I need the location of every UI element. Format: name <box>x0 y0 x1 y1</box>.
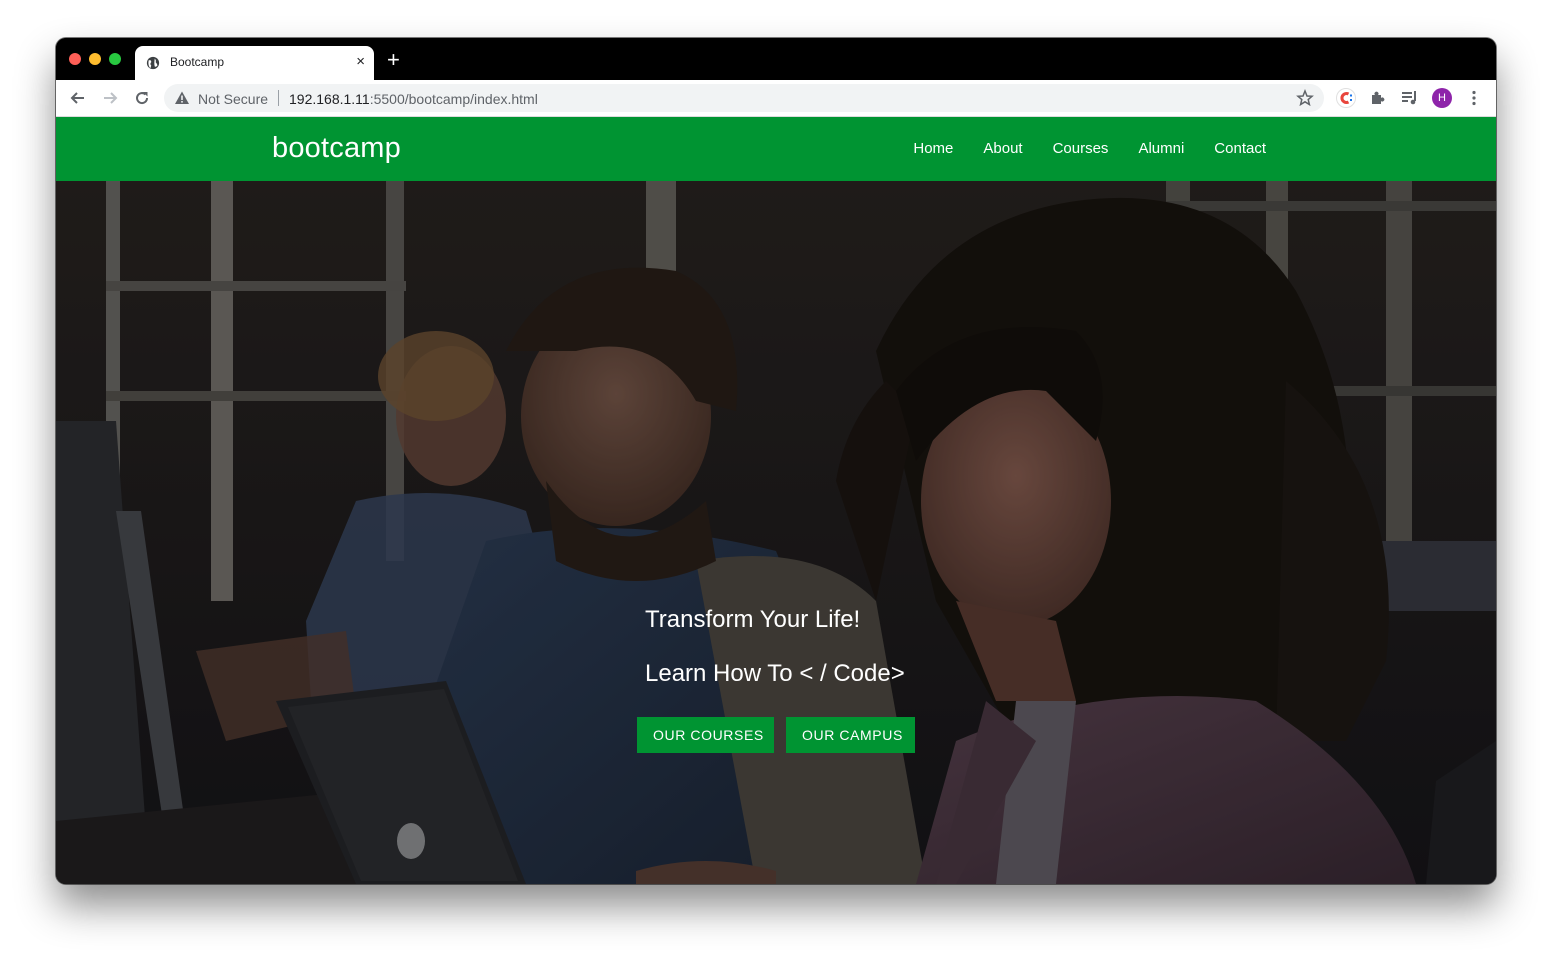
nav-link-about[interactable]: About <box>983 140 1022 157</box>
reload-icon[interactable] <box>132 88 152 108</box>
web-page: bootcamp Home About Courses Alumni Conta… <box>56 117 1496 884</box>
window-close-button[interactable] <box>69 53 81 65</box>
browser-window: Bootcamp × + Not Secure 192.168.1.11:550… <box>56 38 1496 884</box>
url-path: :5500/bootcamp/index.html <box>369 91 538 107</box>
bookmark-star-icon[interactable] <box>1296 89 1314 107</box>
nav-link-home[interactable]: Home <box>913 140 953 157</box>
our-campus-button[interactable]: OUR CAMPUS <box>786 717 915 753</box>
browser-tab[interactable]: Bootcamp × <box>135 46 374 80</box>
nav-link-courses[interactable]: Courses <box>1053 140 1109 157</box>
forward-arrow-icon[interactable] <box>100 88 120 108</box>
site-navbar: bootcamp Home About Courses Alumni Conta… <box>56 117 1496 181</box>
our-courses-button[interactable]: OUR COURSES <box>637 717 774 753</box>
nav-links: Home About Courses Alumni Contact <box>913 140 1266 157</box>
warning-icon <box>175 91 189 104</box>
site-brand-logo[interactable]: bootcamp <box>272 132 401 165</box>
nav-link-contact[interactable]: Contact <box>1214 140 1266 157</box>
tab-title: Bootcamp <box>170 55 225 69</box>
nav-link-alumni[interactable]: Alumni <box>1138 140 1184 157</box>
hero-section: Transform Your Life! Learn How To < / Co… <box>56 181 1496 884</box>
hero-headline: Transform Your Life! <box>645 606 861 633</box>
profile-avatar[interactable]: H <box>1432 88 1452 108</box>
security-status-label[interactable]: Not Secure <box>198 91 268 107</box>
globe-icon <box>146 56 160 70</box>
more-menu-icon[interactable] <box>1464 88 1484 108</box>
url-text[interactable]: 192.168.1.11:5500/bootcamp/index.html <box>289 91 538 107</box>
new-tab-button[interactable]: + <box>387 49 400 71</box>
tab-strip: Bootcamp × + <box>56 38 1496 80</box>
window-minimize-button[interactable] <box>89 53 101 65</box>
hero-dark-overlay <box>56 181 1496 884</box>
url-host: 192.168.1.11 <box>289 91 370 107</box>
puzzle-extensions-icon[interactable] <box>1368 88 1388 108</box>
tab-close-icon[interactable]: × <box>356 54 365 70</box>
omnibox-divider <box>278 90 279 106</box>
browser-toolbar: Not Secure 192.168.1.11:5500/bootcamp/in… <box>56 80 1496 117</box>
address-bar[interactable]: Not Secure 192.168.1.11:5500/bootcamp/in… <box>164 84 1324 112</box>
window-maximize-button[interactable] <box>109 53 121 65</box>
media-playlist-icon[interactable] <box>1400 88 1420 108</box>
back-arrow-icon[interactable] <box>68 88 88 108</box>
extension-c-icon[interactable] <box>1336 88 1356 108</box>
hero-subheadline: Learn How To < / Code> <box>645 660 905 687</box>
